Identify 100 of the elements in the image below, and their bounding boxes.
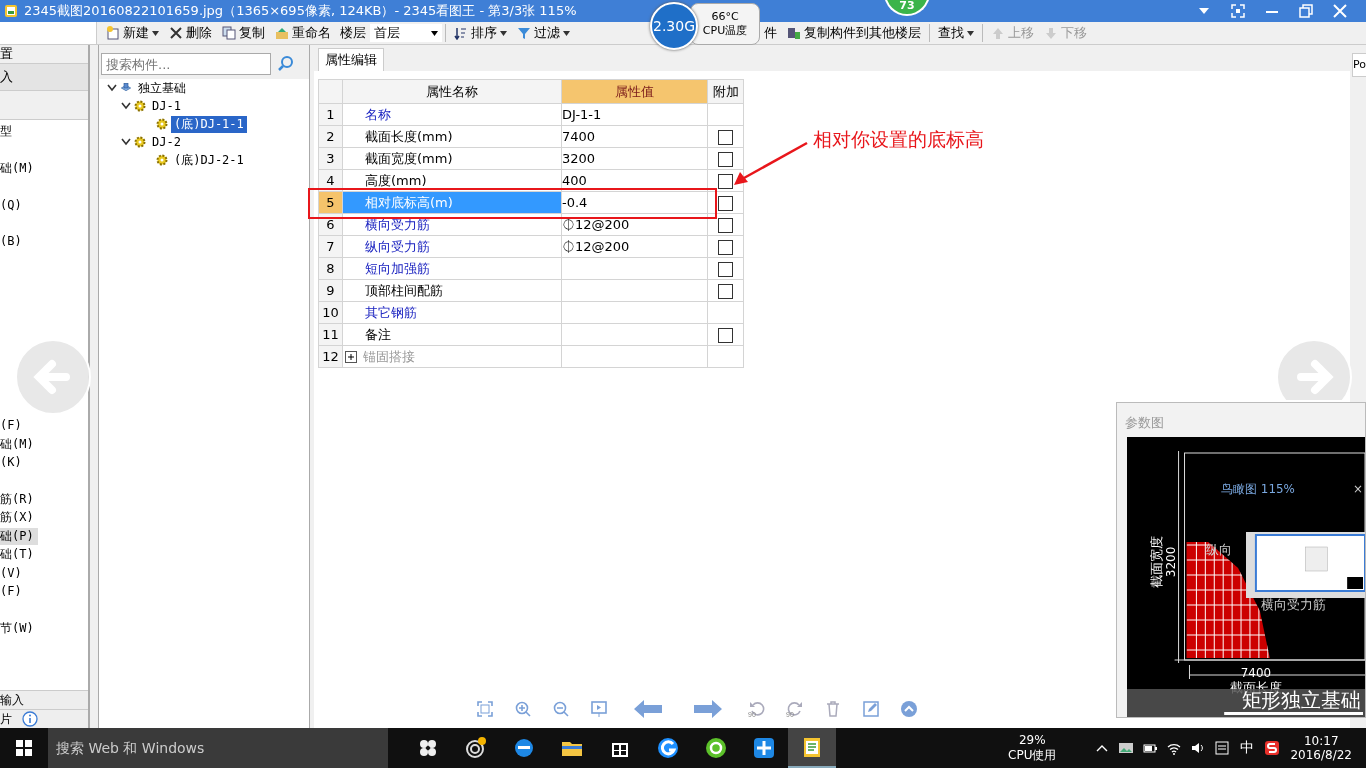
checkbox[interactable] [718, 173, 733, 189]
input-method[interactable]: 中 [1240, 739, 1255, 757]
slideshow-icon[interactable] [590, 700, 608, 718]
list-item[interactable]: 筋(R) [0, 491, 38, 508]
gear-icon [156, 118, 168, 130]
arrow-left-icon[interactable] [632, 699, 664, 719]
panel-tab[interactable]: 片 [0, 710, 12, 728]
chevron-up-icon[interactable] [900, 700, 918, 718]
caret-icon [967, 30, 974, 36]
tree-item[interactable]: (底)DJ-2-1 [171, 151, 247, 169]
list-item[interactable]: (F) [0, 583, 26, 600]
property-name[interactable]: 横向受力筋 [343, 216, 430, 232]
info-icon[interactable] [22, 711, 38, 727]
toolbar-button[interactable]: 复制 [217, 23, 270, 43]
close-icon[interactable]: × [1353, 481, 1364, 496]
toolbar-button[interactable]: 件 [759, 23, 782, 43]
checkbox[interactable] [718, 151, 733, 167]
window-title: 2345截图20160822101659.jpg（1365×695像素, 124KB）- 2345看图王 - 第3/3张 115% [24, 2, 577, 20]
list-item[interactable]: (B) [0, 233, 26, 251]
navigator-thumbnail[interactable] [1246, 532, 1365, 598]
gear-icon [134, 100, 146, 112]
image-icon[interactable] [1118, 740, 1135, 756]
property-name[interactable]: 其它钢筋 [343, 304, 417, 320]
row-number: 7 [318, 235, 343, 258]
toolbar-button[interactable]: 重命名 [270, 23, 336, 43]
checkbox[interactable] [718, 239, 733, 255]
plus-icon[interactable] [345, 350, 357, 363]
tree-item[interactable]: (底)DJ-1-1 [171, 115, 247, 133]
property-name: 截面宽度(mm) [364, 150, 453, 166]
panel-tab[interactable]: 置 [0, 45, 88, 64]
notification-icon[interactable] [1214, 740, 1231, 756]
tree-item[interactable]: 独立基础 [135, 79, 189, 97]
tree-item[interactable]: DJ-2 [149, 135, 184, 149]
cross-icon [752, 736, 776, 760]
row-number: 10 [318, 301, 343, 324]
cpu-label: CPU使用 [1008, 746, 1057, 764]
list-item[interactable]: 型 [0, 123, 16, 140]
fullscreen-icon[interactable] [1230, 3, 1246, 19]
value-cell[interactable]: 7400 [561, 125, 708, 148]
caret-icon[interactable] [121, 138, 131, 146]
dimension-value: 7400 [1240, 665, 1272, 680]
caret-icon [500, 30, 507, 36]
search-field[interactable]: 搜索 Web 和 Windows [48, 728, 388, 768]
caret-icon[interactable] [121, 102, 131, 110]
clock-date[interactable]: 2016/8/22 [1290, 748, 1352, 762]
row-number: 11 [318, 323, 343, 346]
list-item[interactable]: (V) [0, 564, 26, 582]
windows-start-icon[interactable] [16, 740, 32, 756]
arrow-down-icon [1044, 26, 1058, 40]
value-cell[interactable]: DJ-1-1 [561, 103, 708, 126]
list-item[interactable]: (F) [0, 417, 26, 435]
zoom-out-icon[interactable] [552, 700, 570, 718]
toolbar-button[interactable]: 查找 [933, 23, 979, 43]
checkbox[interactable] [718, 283, 733, 299]
restore-icon[interactable] [1298, 3, 1314, 19]
toolbar-button[interactable]: 排序 [449, 23, 512, 43]
property-name[interactable]: 名称 [343, 106, 391, 122]
list-item[interactable]: 节(W) [0, 619, 38, 637]
floor-dropdown[interactable]: 首层 [370, 24, 442, 42]
value-cell[interactable]: ⏀12@200 [561, 235, 708, 258]
list-item[interactable]: 筋(X) [0, 509, 38, 527]
arrow-right-icon[interactable] [692, 699, 724, 719]
list-item[interactable]: 础(M) [0, 435, 38, 453]
list-item[interactable]: 础(P) [0, 527, 38, 545]
toolbar-button[interactable]: 新建 [101, 23, 164, 43]
value-cell[interactable]: -0.4 [561, 191, 708, 214]
checkbox[interactable] [718, 261, 733, 277]
panel-tab[interactable]: 入 [0, 64, 88, 91]
s-logo-icon[interactable] [1264, 740, 1281, 756]
column-header: 属性名称 [342, 79, 562, 104]
search-field[interactable]: 搜索构件... [101, 53, 271, 75]
checkbox[interactable] [718, 327, 733, 343]
caret-icon[interactable] [107, 84, 117, 92]
toolbar-button[interactable]: 复制构件到其他楼层 [782, 23, 926, 43]
list-item[interactable]: (K) [0, 454, 26, 472]
side-panel-tab[interactable]: Po [1352, 53, 1366, 77]
property-name[interactable]: 短向加强筋 [343, 260, 430, 276]
taskbar-app[interactable] [788, 728, 836, 768]
column-header: 附加 [707, 79, 744, 104]
value-cell[interactable]: 3200 [561, 147, 708, 170]
toolbar-button[interactable]: 过滤 [512, 23, 575, 43]
close-icon[interactable] [1332, 3, 1348, 19]
property-name[interactable]: 纵向受力筋 [343, 238, 430, 254]
zoom-in-icon[interactable] [514, 700, 532, 718]
checkbox[interactable] [718, 217, 733, 233]
list-item[interactable]: (Q) [0, 196, 26, 214]
edit-icon[interactable] [862, 700, 880, 718]
value-cell[interactable]: 400 [561, 169, 708, 192]
tab[interactable]: 属性编辑 [318, 48, 384, 71]
list-item[interactable]: 础(T) [0, 546, 38, 564]
value-cell[interactable]: ⏀12@200 [561, 213, 708, 236]
toolbar-button[interactable]: 删除 [164, 23, 217, 43]
clock-time[interactable]: 10:17 [1303, 734, 1339, 748]
list-item[interactable]: 础(M) [0, 159, 38, 177]
checkbox[interactable] [718, 129, 733, 145]
row-number: 8 [318, 257, 343, 280]
tree-item[interactable]: DJ-1 [149, 99, 184, 113]
property-name: 锚固搭接 [363, 347, 415, 366]
checkbox[interactable] [718, 195, 733, 211]
row-number: 9 [318, 279, 343, 302]
